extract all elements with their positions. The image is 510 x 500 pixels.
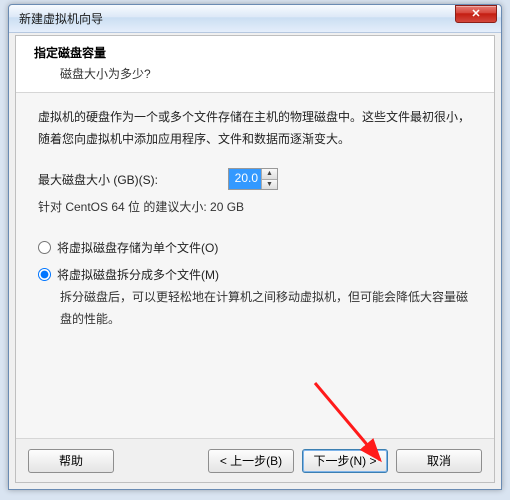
spinner-buttons: ▲ ▼ [261,169,277,189]
help-button[interactable]: 帮助 [28,449,114,473]
spinner-down[interactable]: ▼ [262,180,277,190]
split-description: 拆分磁盘后，可以更轻松地在计算机之间移动虚拟机，但可能会降低大容量磁盘的性能。 [60,287,472,330]
cancel-button[interactable]: 取消 [396,449,482,473]
radio-single-file[interactable]: 将虚拟磁盘存储为单个文件(O) [38,239,472,256]
next-button[interactable]: 下一步(N) > [302,449,388,473]
disk-size-row: 最大磁盘大小 (GB)(S): 20.0 ▲ ▼ [38,168,472,190]
wizard-window: 新建虚拟机向导 ✕ 指定磁盘容量 磁盘大小为多少? 虚拟机的硬盘作为一个或多个文… [8,4,502,490]
radio-single-file-input[interactable] [38,241,51,254]
titlebar: 新建虚拟机向导 ✕ [9,5,501,33]
disk-size-input[interactable]: 20.0 [229,169,261,189]
disk-size-spinner[interactable]: 20.0 ▲ ▼ [228,168,278,190]
wizard-footer: 帮助 < 上一步(B) 下一步(N) > 取消 [16,438,494,482]
page-subtitle: 磁盘大小为多少? [60,65,476,82]
disk-storage-options: 将虚拟磁盘存储为单个文件(O) 将虚拟磁盘拆分成多个文件(M) 拆分磁盘后，可以… [38,239,472,330]
page-title: 指定磁盘容量 [34,44,476,61]
radio-split-files-label: 将虚拟磁盘拆分成多个文件(M) [57,266,219,283]
wizard-body: 虚拟机的硬盘作为一个或多个文件存储在主机的物理磁盘中。这些文件最初很小，随着您向… [16,93,494,441]
radio-split-files-input[interactable] [38,268,51,281]
close-button[interactable]: ✕ [455,5,497,23]
disk-size-label: 最大磁盘大小 (GB)(S): [38,171,158,188]
radio-single-file-label: 将虚拟磁盘存储为单个文件(O) [57,239,218,256]
close-icon: ✕ [471,7,480,20]
wizard-inner: 指定磁盘容量 磁盘大小为多少? 虚拟机的硬盘作为一个或多个文件存储在主机的物理磁… [15,35,495,483]
disk-description: 虚拟机的硬盘作为一个或多个文件存储在主机的物理磁盘中。这些文件最初很小，随着您向… [38,107,472,150]
spinner-up[interactable]: ▲ [262,169,277,180]
window-title: 新建虚拟机向导 [19,10,455,27]
back-button[interactable]: < 上一步(B) [208,449,294,473]
radio-split-files[interactable]: 将虚拟磁盘拆分成多个文件(M) [38,266,472,283]
wizard-header: 指定磁盘容量 磁盘大小为多少? [16,36,494,93]
recommended-size: 针对 CentOS 64 位 的建议大小: 20 GB [38,198,472,215]
